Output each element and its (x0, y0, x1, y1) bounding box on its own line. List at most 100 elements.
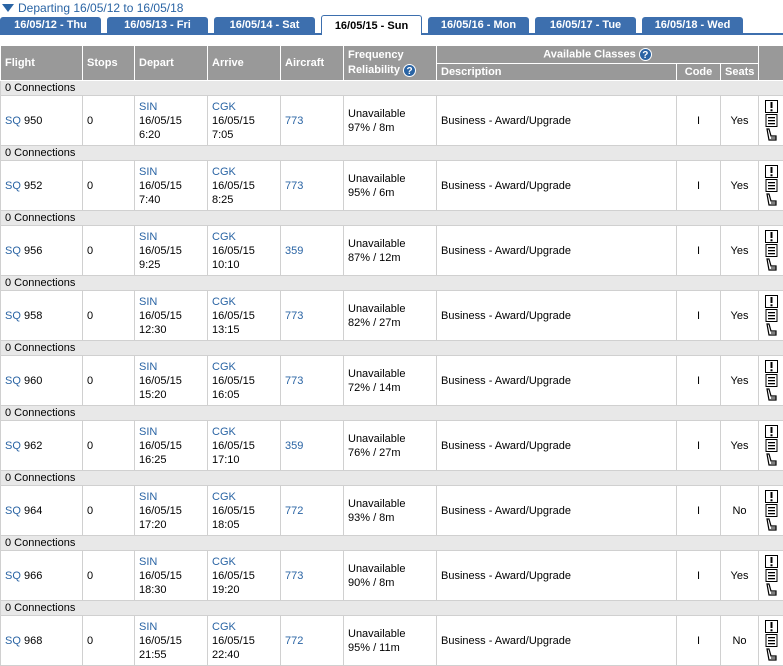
seat-icon[interactable] (765, 128, 778, 141)
airline-link[interactable]: SQ (5, 440, 21, 452)
tab-date-0[interactable]: 16/05/12 - Thu (0, 17, 101, 33)
aircraft-link[interactable]: 772 (285, 635, 303, 647)
details-list-icon[interactable] (765, 374, 778, 387)
details-list-icon[interactable] (765, 569, 778, 582)
alert-icon[interactable] (765, 490, 778, 503)
alert-icon[interactable] (765, 100, 778, 113)
airline-link[interactable]: SQ (5, 505, 21, 517)
seat-icon[interactable] (765, 453, 778, 466)
arrive-cell: CGK 16/05/15 8:25 (208, 161, 281, 211)
details-list-icon[interactable] (765, 179, 778, 192)
aircraft-link[interactable]: 773 (285, 180, 303, 192)
arrive-airport-link[interactable]: CGK (212, 361, 236, 373)
tab-date-3[interactable]: 16/05/15 - Sun (321, 15, 422, 35)
frequency-reliability-cell: Unavailable 93% / 8m (344, 486, 437, 536)
flight-cell: SQ 956 (1, 226, 83, 276)
arrive-airport-link[interactable]: CGK (212, 101, 236, 113)
alert-icon[interactable] (765, 165, 778, 178)
description-cell: Business - Award/Upgrade (437, 356, 677, 406)
tab-date-2[interactable]: 16/05/14 - Sat (214, 17, 315, 33)
airline-link[interactable]: SQ (5, 115, 21, 127)
depart-airport-link[interactable]: SIN (139, 621, 157, 633)
stops-cell: 0 (83, 421, 135, 471)
arrive-airport-link[interactable]: CGK (212, 621, 236, 633)
seats-cell: Yes (721, 226, 759, 276)
help-circle-icon[interactable]: ? (639, 48, 652, 61)
stops-cell: 0 (83, 96, 135, 146)
arrive-time: 8:25 (212, 194, 233, 206)
depart-airport-link[interactable]: SIN (139, 361, 157, 373)
depart-date: 16/05/15 (139, 635, 182, 647)
aircraft-link[interactable]: 773 (285, 375, 303, 387)
seat-icon[interactable] (765, 258, 778, 271)
alert-icon[interactable] (765, 620, 778, 633)
aircraft-link[interactable]: 359 (285, 440, 303, 452)
depart-airport-link[interactable]: SIN (139, 556, 157, 568)
depart-airport-link[interactable]: SIN (139, 231, 157, 243)
alert-icon[interactable] (765, 425, 778, 438)
actions-cell (759, 616, 783, 666)
details-list-icon[interactable] (765, 439, 778, 452)
collapse-triangle-icon[interactable] (2, 4, 14, 12)
arrive-time: 7:05 (212, 129, 233, 141)
depart-airport-link[interactable]: SIN (139, 101, 157, 113)
airline-link[interactable]: SQ (5, 635, 21, 647)
tab-date-1[interactable]: 16/05/13 - Fri (107, 17, 208, 33)
flight-number: 952 (24, 180, 42, 192)
arrive-airport-link[interactable]: CGK (212, 231, 236, 243)
depart-date: 16/05/15 (139, 375, 182, 387)
airline-link[interactable]: SQ (5, 310, 21, 322)
tab-date-6[interactable]: 16/05/18 - Wed (642, 17, 743, 33)
aircraft-link[interactable]: 773 (285, 570, 303, 582)
arrive-airport-link[interactable]: CGK (212, 166, 236, 178)
alert-icon[interactable] (765, 360, 778, 373)
aircraft-link[interactable]: 772 (285, 505, 303, 517)
col-header-available-classes: Available Classes ? (437, 46, 759, 64)
arrive-airport-link[interactable]: CGK (212, 426, 236, 438)
details-list-icon[interactable] (765, 244, 778, 257)
seat-icon[interactable] (765, 583, 778, 596)
arrive-airport-link[interactable]: CGK (212, 556, 236, 568)
depart-airport-link[interactable]: SIN (139, 426, 157, 438)
airline-link[interactable]: SQ (5, 180, 21, 192)
aircraft-link[interactable]: 359 (285, 245, 303, 257)
section-header[interactable]: Departing 16/05/12 to 16/05/18 (0, 0, 783, 15)
alert-icon[interactable] (765, 555, 778, 568)
flight-cell: SQ 952 (1, 161, 83, 211)
seat-icon[interactable] (765, 323, 778, 336)
arrive-date: 16/05/15 (212, 310, 255, 322)
depart-time: 16:25 (139, 454, 167, 466)
airline-link[interactable]: SQ (5, 570, 21, 582)
code-cell: I (677, 486, 721, 536)
seat-icon[interactable] (765, 518, 778, 531)
depart-date: 16/05/15 (139, 115, 182, 127)
details-list-icon[interactable] (765, 634, 778, 647)
aircraft-link[interactable]: 773 (285, 115, 303, 127)
flight-number: 960 (24, 375, 42, 387)
details-list-icon[interactable] (765, 114, 778, 127)
airline-link[interactable]: SQ (5, 375, 21, 387)
airline-link[interactable]: SQ (5, 245, 21, 257)
aircraft-cell: 359 (281, 226, 344, 276)
aircraft-link[interactable]: 773 (285, 310, 303, 322)
depart-airport-link[interactable]: SIN (139, 296, 157, 308)
depart-airport-link[interactable]: SIN (139, 166, 157, 178)
depart-time: 6:20 (139, 129, 160, 141)
tab-date-5[interactable]: 16/05/17 - Tue (535, 17, 636, 33)
seat-icon[interactable] (765, 193, 778, 206)
details-list-icon[interactable] (765, 309, 778, 322)
description-cell: Business - Award/Upgrade (437, 421, 677, 471)
details-list-icon[interactable] (765, 504, 778, 517)
help-circle-icon[interactable]: ? (403, 64, 416, 77)
connections-label: 0 Connections (1, 471, 783, 486)
tab-date-4[interactable]: 16/05/16 - Mon (428, 17, 529, 33)
depart-airport-link[interactable]: SIN (139, 491, 157, 503)
arrive-airport-link[interactable]: CGK (212, 491, 236, 503)
seat-icon[interactable] (765, 388, 778, 401)
actions-cell (759, 551, 783, 601)
seat-icon[interactable] (765, 648, 778, 661)
description-cell: Business - Award/Upgrade (437, 96, 677, 146)
arrive-airport-link[interactable]: CGK (212, 296, 236, 308)
alert-icon[interactable] (765, 295, 778, 308)
alert-icon[interactable] (765, 230, 778, 243)
